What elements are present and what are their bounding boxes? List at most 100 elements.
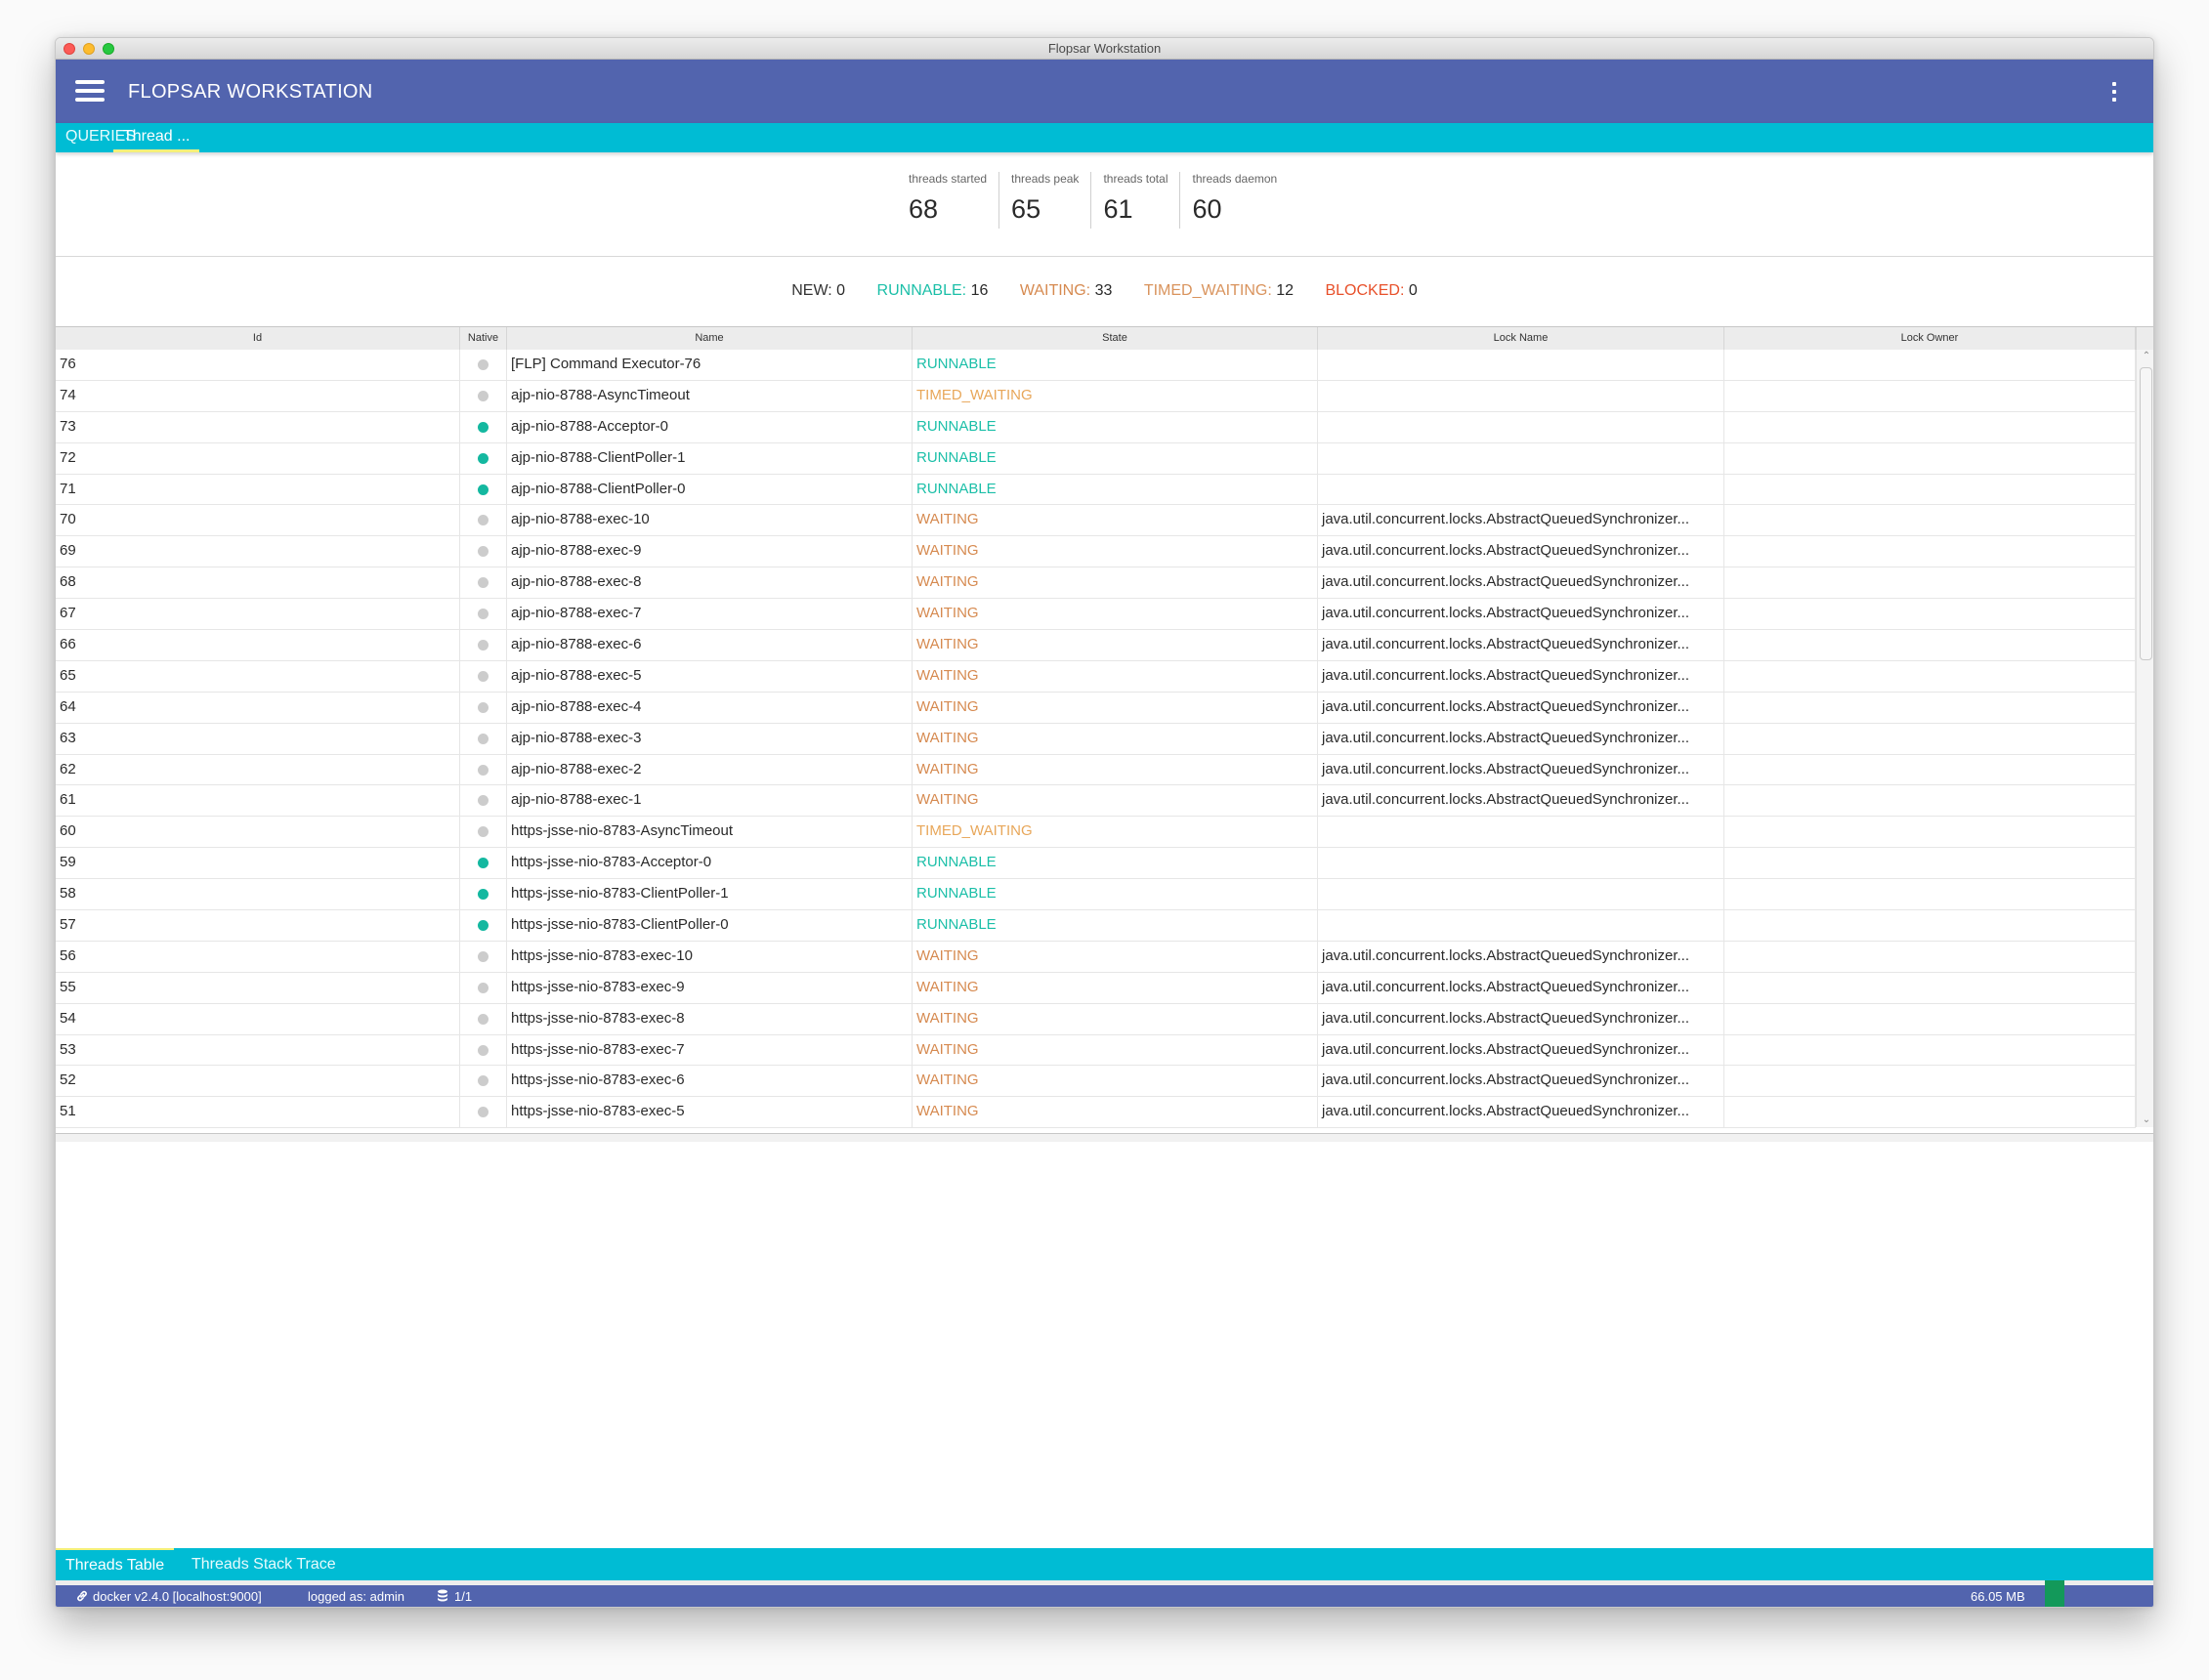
cell-id: 66 [56, 630, 460, 660]
table-row[interactable]: 57 https-jsse-nio-8783-ClientPoller-0 RUNN… [56, 910, 2136, 942]
cell-state: WAITING [913, 567, 1318, 599]
column-header-state[interactable]: State [913, 327, 1318, 350]
cell-lock-owner [1724, 1003, 2136, 1034]
table-row[interactable]: 52 https-jsse-nio-8783-exec-6 WAITING java.… [56, 1066, 2136, 1098]
native-inactive-dot-icon [478, 515, 489, 526]
tab-threads-table[interactable]: Threads Table [56, 1548, 175, 1580]
table-row[interactable]: 60 https-jsse-nio-8783-AsyncTimeout TIMED_… [56, 817, 2136, 849]
table-row[interactable]: 73 ajp-nio-8788-Acceptor-0 RUNNABLE [56, 411, 2136, 443]
table-row[interactable]: 62 ajp-nio-8788-exec-2 WAITING java.util.co… [56, 754, 2136, 786]
cell-state: WAITING [913, 630, 1318, 660]
cell-name: https-jsse-nio-8783-ClientPoller-1 [507, 879, 913, 910]
table-row[interactable]: 61 ajp-nio-8788-exec-1 WAITING java.util.co… [56, 785, 2136, 818]
cell-lock-name [1318, 848, 1724, 879]
cell-name: ajp-nio-8788-ClientPoller-1 [507, 442, 913, 474]
window-minimize-button[interactable] [83, 43, 95, 55]
cell-id: 67 [56, 599, 460, 630]
table-row[interactable]: 72 ajp-nio-8788-ClientPoller-1 RUNNABLE [56, 442, 2136, 475]
tab-threads-stack-trace[interactable]: Threads Stack Trace [182, 1548, 346, 1580]
cell-id: 55 [56, 972, 460, 1003]
app-bar: FLOPSAR WORKSTATION [56, 60, 2153, 123]
cell-name: ajp-nio-8788-exec-1 [507, 785, 913, 817]
cell-lock-name: java.util.concurrent.locks.AbstractQueue… [1318, 1097, 1724, 1128]
scrollbar-thumb[interactable] [2140, 367, 2152, 660]
native-inactive-dot-icon [478, 733, 489, 744]
table-row[interactable]: 53 https-jsse-nio-8783-exec-7 WAITING java.… [56, 1034, 2136, 1067]
window-title: Flopsar Workstation [1047, 41, 1162, 56]
native-inactive-dot-icon [478, 390, 489, 401]
connection-status[interactable]: docker v2.4.0 [localhost:9000] [75, 1585, 262, 1607]
app-title: FLOPSAR WORKSTATION [128, 81, 373, 103]
window-close-button[interactable] [64, 43, 75, 55]
cell-id: 74 [56, 380, 460, 411]
cell-name: https-jsse-nio-8783-exec-5 [507, 1097, 913, 1128]
column-header-id[interactable]: Id [56, 327, 460, 350]
cell-state: WAITING [913, 692, 1318, 723]
cell-state: WAITING [913, 754, 1318, 785]
cell-id: 73 [56, 411, 460, 442]
cell-id: 58 [56, 879, 460, 910]
table-row[interactable]: 54 https-jsse-nio-8783-exec-8 WAITING java.… [56, 1003, 2136, 1035]
native-active-dot-icon [478, 452, 489, 464]
table-row[interactable]: 69 ajp-nio-8788-exec-9 WAITING java.util.co… [56, 536, 2136, 568]
column-header-lock-name[interactable]: Lock Name [1318, 327, 1724, 350]
table-row[interactable]: 58 https-jsse-nio-8783-ClientPoller-1 RUNN… [56, 879, 2136, 911]
cell-name: ajp-nio-8788-Acceptor-0 [507, 411, 913, 442]
table-row[interactable]: 64 ajp-nio-8788-exec-4 WAITING java.util.co… [56, 692, 2136, 724]
scroll-up-icon[interactable]: ⌃ [2137, 350, 2153, 363]
cell-name: https-jsse-nio-8783-exec-8 [507, 1003, 913, 1034]
cell-lock-owner [1724, 785, 2136, 817]
more-vert-icon[interactable] [2110, 81, 2118, 103]
memory-indicator[interactable] [2045, 1580, 2064, 1607]
native-inactive-dot-icon [478, 982, 489, 993]
table-row[interactable]: 66 ajp-nio-8788-exec-6 WAITING java.util.co… [56, 630, 2136, 661]
cell-lock-name [1318, 817, 1724, 848]
table-row[interactable]: 76 [FLP] Command Executor-76 RUNNABLE [56, 350, 2136, 381]
column-header-lock-owner[interactable]: Lock Owner [1724, 327, 2136, 350]
database-icon [438, 1589, 447, 1602]
vertical-scrollbar[interactable]: ⌃ ⌄ [2136, 350, 2153, 1127]
table-row[interactable]: 59 https-jsse-nio-8783-Acceptor-0 RUNNABLE [56, 848, 2136, 880]
native-inactive-dot-icon [478, 1107, 489, 1118]
cell-state: WAITING [913, 972, 1318, 1003]
table-row[interactable]: 70 ajp-nio-8788-exec-10 WAITING java.util.c… [56, 505, 2136, 537]
table-row[interactable]: 74 ajp-nio-8788-AsyncTimeout TIMED_WAITING [56, 380, 2136, 412]
cell-state: WAITING [913, 1097, 1318, 1128]
cell-lock-owner [1724, 411, 2136, 442]
cell-state: WAITING [913, 941, 1318, 972]
cell-native [460, 941, 507, 972]
memory-usage: 66.05 MB [1971, 1589, 2025, 1604]
cell-name: https-jsse-nio-8783-ClientPoller-0 [507, 910, 913, 941]
horizontal-scrollbar[interactable] [56, 1134, 2153, 1142]
hamburger-icon[interactable] [75, 79, 105, 104]
cell-lock-name [1318, 442, 1724, 474]
state-count-new: NEW: 0 [791, 282, 846, 299]
column-header-name[interactable]: Name [507, 327, 913, 350]
status-bar: docker v2.4.0 [localhost:9000] logged as… [56, 1580, 2153, 1607]
table-row[interactable]: 71 ajp-nio-8788-ClientPoller-0 RUNNABLE [56, 474, 2136, 506]
cell-state: RUNNABLE [913, 442, 1318, 474]
scroll-down-icon[interactable]: ⌄ [2137, 1113, 2153, 1127]
cell-native [460, 599, 507, 630]
table-row[interactable]: 63 ajp-nio-8788-exec-3 WAITING java.util.co… [56, 723, 2136, 755]
native-inactive-dot-icon [478, 609, 489, 620]
table-row[interactable]: 65 ajp-nio-8788-exec-5 WAITING java.util.co… [56, 660, 2136, 693]
native-active-dot-icon [478, 421, 489, 433]
cell-state: TIMED_WAITING [913, 817, 1318, 848]
state-count-blocked: BLOCKED: 0 [1325, 282, 1418, 299]
window-maximize-button[interactable] [103, 43, 114, 55]
cell-lock-name: java.util.concurrent.locks.AbstractQueue… [1318, 660, 1724, 692]
table-row[interactable]: 51 https-jsse-nio-8783-exec-5 WAITING java.… [56, 1097, 2136, 1129]
native-inactive-dot-icon [478, 1075, 489, 1087]
table-row[interactable]: 55 https-jsse-nio-8783-exec-9 WAITING java.… [56, 972, 2136, 1004]
table-row[interactable]: 67 ajp-nio-8788-exec-7 WAITING java.util.co… [56, 599, 2136, 631]
native-inactive-dot-icon [478, 701, 489, 713]
column-header-native[interactable]: Native [460, 327, 507, 350]
cell-id: 54 [56, 1003, 460, 1034]
table-row[interactable]: 56 https-jsse-nio-8783-exec-10 WAITING java… [56, 941, 2136, 973]
cell-lock-owner [1724, 972, 2136, 1003]
table-row[interactable]: 68 ajp-nio-8788-exec-8 WAITING java.util.co… [56, 567, 2136, 600]
native-inactive-dot-icon [478, 358, 489, 370]
tab-thread[interactable]: Thread ... [113, 123, 200, 152]
cell-id: 51 [56, 1097, 460, 1128]
